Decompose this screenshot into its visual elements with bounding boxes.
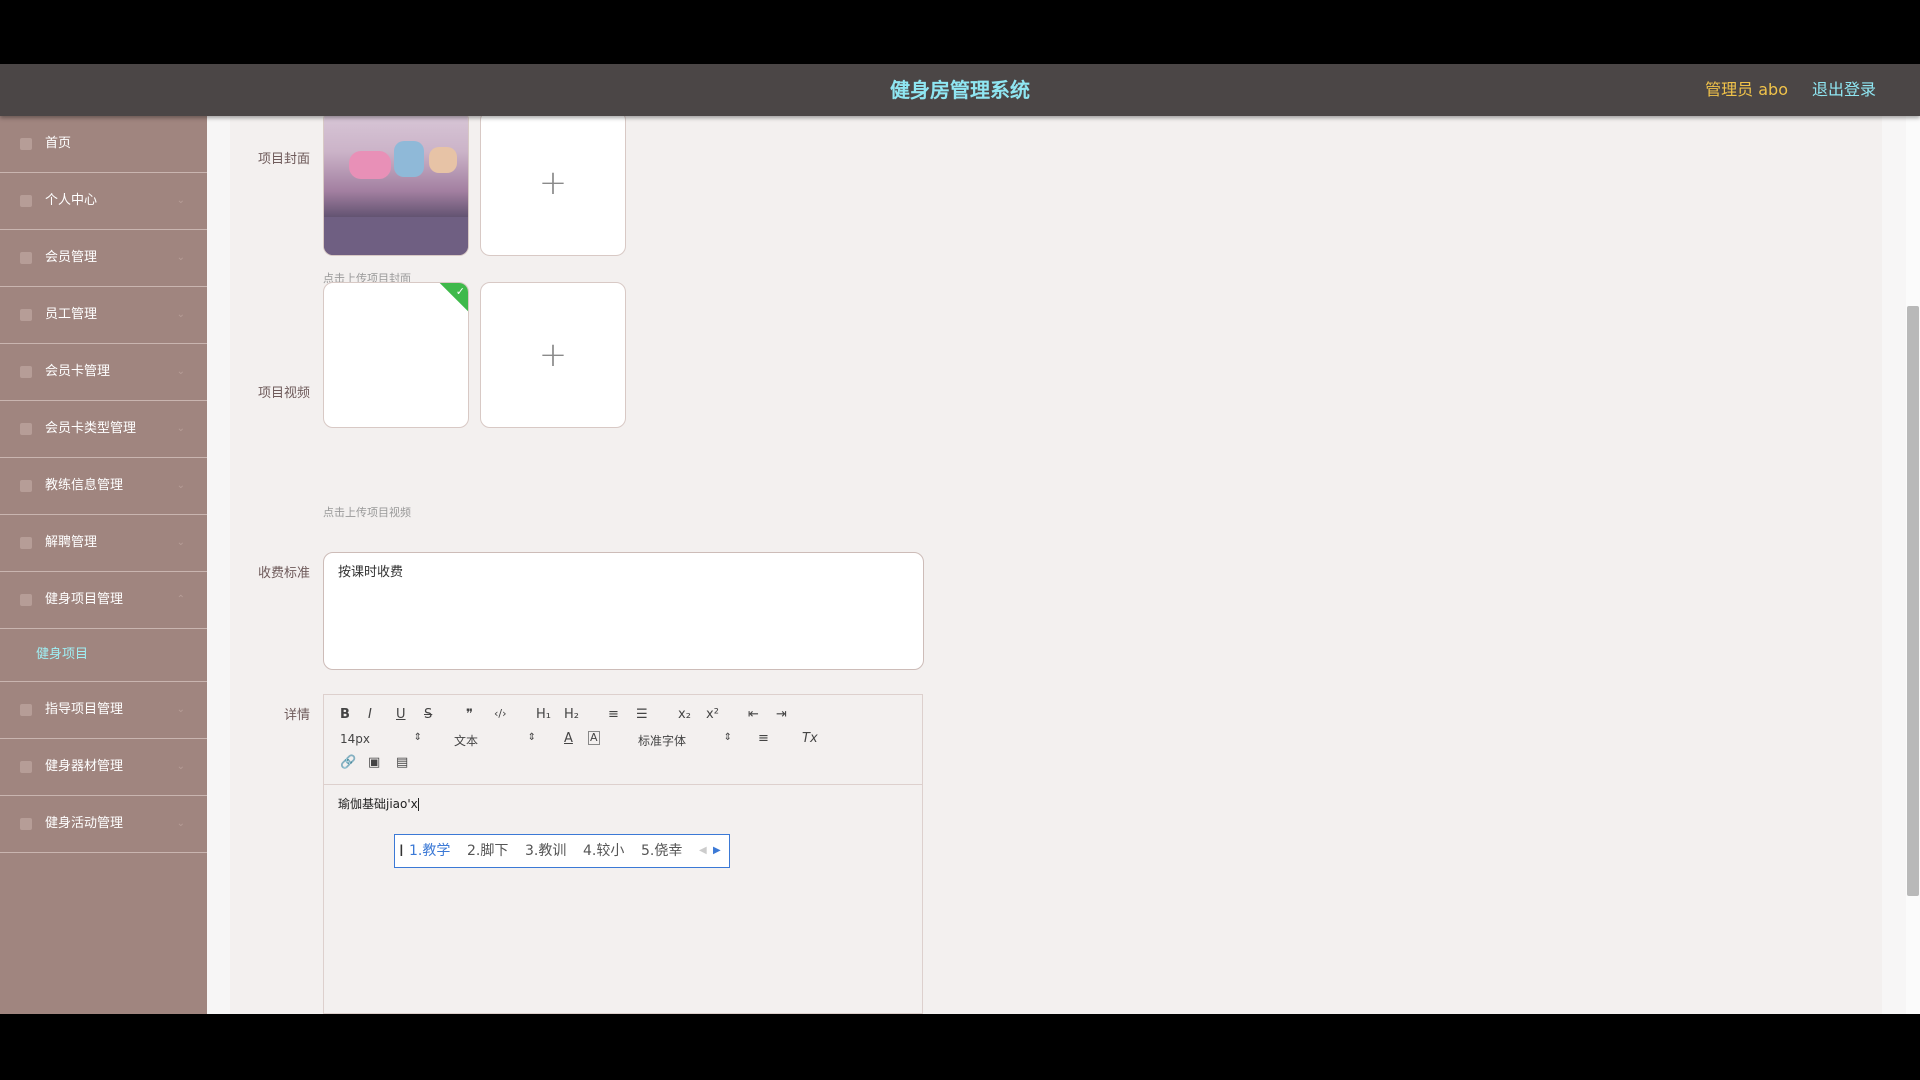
app-title: 健身房管理系统 (890, 78, 1030, 102)
font-size-select[interactable]: 14px ⇕ (340, 732, 422, 746)
dismiss-icon (20, 537, 32, 549)
video-thumbnail[interactable]: ✓ (323, 282, 469, 428)
heading1-button[interactable]: H₁ (536, 707, 551, 722)
ime-candidate-5[interactable]: 5.侥幸 (641, 835, 682, 867)
text-cursor-icon: I (399, 841, 404, 860)
chevron-down-icon: ⌄ (176, 537, 185, 548)
sidebar-item-guidance[interactable]: 指导项目管理 ⌄ (0, 682, 207, 739)
chevron-down-icon: ⌄ (176, 480, 185, 491)
chevron-down-icon: ⌄ (176, 309, 185, 320)
ordered-list-button[interactable]: ≡ (608, 707, 619, 722)
strike-button[interactable]: S (424, 707, 432, 722)
ime-prev-icon[interactable]: ◀ (699, 835, 707, 867)
video-hint: 点击上传项目视频 (323, 506, 411, 519)
guidance-icon (20, 704, 32, 716)
activity-icon (20, 818, 32, 830)
select-arrows-icon: ⇕ (527, 732, 536, 743)
chevron-down-icon: ⌄ (176, 761, 185, 772)
ime-candidate-4[interactable]: 4.较小 (583, 835, 624, 867)
chevron-down-icon: ⌄ (176, 366, 185, 377)
sidebar-item-fitness-projects[interactable]: 健身项目管理 ⌃ (0, 572, 207, 629)
indent-button[interactable]: ⇥ (776, 707, 787, 722)
underline-button[interactable]: U (396, 707, 406, 722)
subscript-button[interactable]: x₂ (678, 707, 691, 722)
app-window: 健身房管理系统 管理员 abo 退出登录 首页 个人中心 ⌄ 会员管理 ⌄ 员工管理… (0, 64, 1920, 1014)
cover-thumbnail[interactable] (323, 116, 469, 256)
sidebar-subitem-fitness-project[interactable]: 健身项目 (0, 629, 207, 682)
detail-label: 详情 (283, 708, 310, 723)
top-header: 健身房管理系统 管理员 abo 退出登录 (0, 64, 1920, 116)
link-icon[interactable]: 🔗 (340, 755, 356, 770)
video-label: 项目视频 (257, 386, 310, 401)
ime-candidate-1[interactable]: 1.教学 (409, 835, 450, 867)
chevron-down-icon: ⌄ (176, 704, 185, 715)
chevron-down-icon: ⌄ (176, 423, 185, 434)
superscript-button[interactable]: x² (706, 707, 719, 722)
sidebar-item-dismissal[interactable]: 解聘管理 ⌄ (0, 515, 207, 572)
select-arrows-icon: ⇕ (413, 732, 422, 743)
video-upload-button[interactable]: + (480, 282, 626, 428)
home-icon (20, 138, 32, 150)
sidebar-item-member-cards[interactable]: 会员卡管理 ⌄ (0, 344, 207, 401)
equipment-icon (20, 761, 32, 773)
heading2-button[interactable]: H₂ (564, 707, 579, 722)
chevron-down-icon: ⌄ (176, 818, 185, 829)
logout-link[interactable]: 退出登录 (1812, 64, 1876, 116)
sidebar-item-coaches[interactable]: 教练信息管理 ⌄ (0, 458, 207, 515)
project-icon (20, 594, 32, 606)
clear-format-button[interactable]: Tx (802, 731, 818, 746)
sidebar-item-activities[interactable]: 健身活动管理 ⌄ (0, 796, 207, 853)
scrollbar-thumb[interactable] (1907, 306, 1919, 896)
staff-icon (20, 309, 32, 321)
text-type-select[interactable]: 文本 ⇕ (454, 732, 536, 749)
sidebar-item-card-types[interactable]: 会员卡类型管理 ⌄ (0, 401, 207, 458)
image-icon[interactable]: ▣ (368, 755, 380, 770)
check-icon: ✓ (455, 285, 465, 298)
sidebar-item-profile[interactable]: 个人中心 ⌄ (0, 173, 207, 230)
fee-textarea[interactable]: 按课时收费 (323, 552, 924, 670)
editor-content[interactable]: 瑜伽基础jiao'x (338, 795, 419, 812)
editor-toolbar: B I U S ❞ ‹/› H₁ H₂ ≡ ☰ x₂ x² ⇤ ⇥ 14px ⇕ … (324, 695, 922, 785)
chevron-down-icon: ⌄ (176, 195, 185, 206)
sidebar-item-staff[interactable]: 员工管理 ⌄ (0, 287, 207, 344)
ime-candidate-popup: I 1.教学 2.脚下 3.教训 4.较小 5.侥幸 ◀ ▶ (394, 834, 730, 868)
font-color-icon[interactable]: A (564, 731, 573, 746)
current-user: 管理员 abo (1705, 80, 1788, 99)
ime-next-icon[interactable]: ▶ (713, 835, 721, 867)
plus-icon: + (538, 335, 568, 375)
fee-label: 收费标准 (257, 566, 310, 581)
align-icon[interactable]: ≡ (758, 731, 769, 746)
coach-icon (20, 480, 32, 492)
flag-icon (20, 252, 32, 264)
plus-icon: + (538, 163, 568, 203)
video-icon[interactable]: ▤ (396, 755, 408, 770)
sidebar-item-equipment[interactable]: 健身器材管理 ⌄ (0, 739, 207, 796)
bold-button[interactable]: B (340, 707, 350, 722)
ime-candidate-2[interactable]: 2.脚下 (467, 835, 508, 867)
form-panel: 项目封面 + 点击上传项目封面 项目视频 ✓ + 点击上传项目视频 收费标准 按… (230, 116, 1882, 1014)
user-icon (20, 195, 32, 207)
chevron-up-icon: ⌃ (176, 594, 185, 605)
sidebar-item-home[interactable]: 首页 (0, 116, 207, 173)
background-color-icon[interactable]: A (588, 731, 600, 745)
font-family-select[interactable]: 标准字体 ⇕ (638, 732, 732, 749)
sidebar-item-members[interactable]: 会员管理 ⌄ (0, 230, 207, 287)
list-icon (20, 423, 32, 435)
cover-upload-button[interactable]: + (480, 116, 626, 256)
bullet-list-button[interactable]: ☰ (636, 707, 648, 722)
text-caret (417, 798, 419, 811)
yoga-class-image (324, 116, 468, 255)
chevron-down-icon: ⌄ (176, 252, 185, 263)
select-arrows-icon: ⇕ (723, 732, 732, 743)
card-icon (20, 366, 32, 378)
blockquote-button[interactable]: ❞ (466, 707, 473, 722)
sidebar: 首页 个人中心 ⌄ 会员管理 ⌄ 员工管理 ⌄ 会员卡管理 ⌄ 会员卡类型管理 ⌄ 教练信… (0, 116, 207, 1014)
cover-label: 项目封面 (257, 152, 310, 167)
italic-button[interactable]: I (368, 707, 372, 722)
code-block-button[interactable]: ‹/› (494, 707, 507, 720)
page-scrollbar[interactable] (1906, 116, 1920, 1014)
ime-candidate-3[interactable]: 3.教训 (525, 835, 566, 867)
outdent-button[interactable]: ⇤ (748, 707, 759, 722)
